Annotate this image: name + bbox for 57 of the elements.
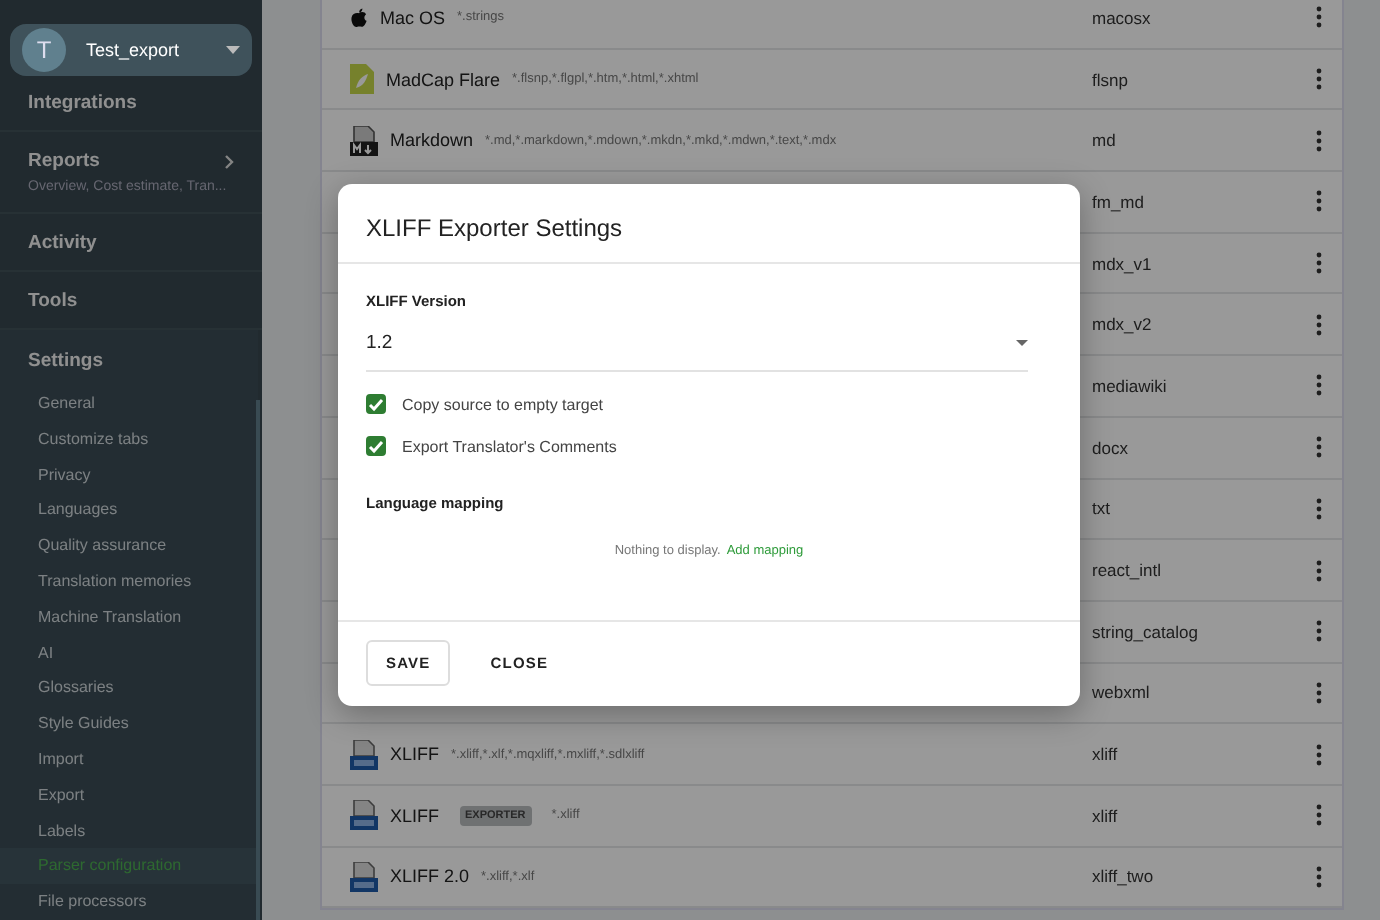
more-icon[interactable] [1316, 743, 1322, 766]
xliff-file-icon [350, 861, 378, 892]
more-icon[interactable] [1316, 436, 1322, 459]
format-code: xliff [1092, 744, 1120, 765]
format-name: XLIFF [390, 744, 440, 765]
checkbox[interactable] [366, 436, 386, 456]
format-name: MadCap Flare [386, 69, 501, 90]
more-icon[interactable] [1316, 804, 1322, 827]
format-code: fm_md [1092, 191, 1146, 212]
xliff-file-icon [350, 739, 378, 770]
format-code: flsnp [1092, 69, 1130, 90]
version-select[interactable]: 1.2 [366, 310, 1028, 372]
scrollbar[interactable] [256, 400, 260, 920]
checkbox[interactable] [366, 394, 386, 414]
more-icon[interactable] [1316, 865, 1322, 888]
avatar: T [22, 28, 66, 73]
format-code: webxml [1092, 682, 1152, 703]
more-icon[interactable] [1316, 374, 1322, 397]
caret-icon [1016, 340, 1028, 346]
format-code: mdx_v2 [1092, 314, 1154, 335]
format-code: string_catalog [1092, 621, 1200, 642]
more-icon[interactable] [1316, 252, 1322, 275]
more-icon[interactable] [1316, 681, 1322, 704]
format-name: XLIFF 2.0 [390, 866, 470, 887]
account-name: Test_export [86, 40, 182, 61]
more-icon[interactable] [1316, 497, 1322, 520]
dialog-title: XLIFF Exporter Settings [338, 184, 1080, 264]
markdown-file-icon [350, 125, 378, 156]
more-icon[interactable] [1316, 559, 1322, 582]
format-code: mdx_v1 [1092, 253, 1154, 274]
chevron-icon [224, 153, 234, 170]
apple-icon [350, 7, 368, 28]
checkbox-label: Export Translator's Comments [402, 437, 617, 455]
format-code: docx [1092, 437, 1130, 458]
more-icon[interactable] [1316, 6, 1322, 29]
format-code: xliff_two [1092, 866, 1156, 887]
more-icon[interactable] [1316, 68, 1322, 91]
document-icon [350, 64, 374, 95]
more-icon[interactable] [1316, 129, 1322, 152]
more-icon[interactable] [1316, 620, 1322, 643]
format-name: Markdown [390, 130, 474, 151]
checkbox-label: Copy source to empty target [402, 395, 603, 413]
more-icon[interactable] [1316, 190, 1322, 213]
caret-icon [226, 46, 240, 55]
format-code: macosx [1092, 7, 1153, 28]
format-code: mediawiki [1092, 375, 1169, 396]
account-switcher[interactable]: T Test_export [10, 24, 252, 77]
format-code: md [1092, 130, 1118, 151]
xliff-file-icon [350, 800, 378, 831]
format-code: xliff [1092, 805, 1120, 826]
more-icon[interactable] [1316, 313, 1322, 336]
format-name: XLIFF [390, 805, 440, 826]
format-code: txt [1092, 498, 1112, 519]
format-name: Mac OS [380, 7, 446, 28]
format-code: react_intl [1092, 560, 1163, 581]
sidebar-item[interactable]: Activity [0, 214, 262, 273]
sidebar-item[interactable]: Settings [0, 338, 258, 387]
